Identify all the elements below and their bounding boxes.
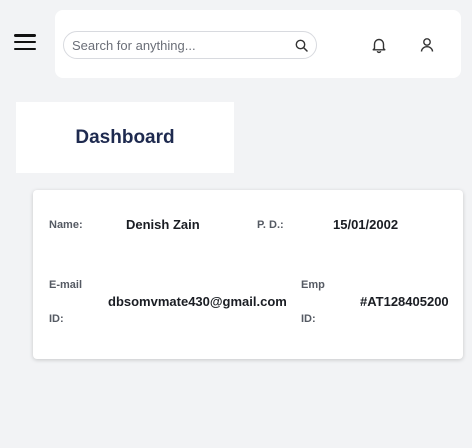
pd-value: 15/01/2002 [333, 217, 399, 232]
menu-line [14, 34, 36, 37]
email-value: dbsomvmate430@gmail.com [108, 294, 287, 309]
profile-card: Name: Denish Zain P. D.: 15/01/2002 E-ma… [33, 190, 463, 359]
search-icon[interactable] [294, 38, 308, 52]
user-icon[interactable] [418, 36, 436, 54]
page-title: Dashboard [75, 126, 175, 148]
menu-line [14, 40, 36, 44]
pd-label: P. D.: [257, 219, 284, 231]
email-label-line2: ID: [49, 313, 64, 325]
bell-icon[interactable] [370, 36, 388, 54]
email-label-line1: E-mail [49, 279, 83, 291]
search-box [63, 31, 317, 59]
emp-id-label-line2: ID: [301, 313, 316, 325]
hamburger-menu-icon[interactable] [14, 34, 36, 50]
emp-id-value: #AT128405200 [360, 294, 449, 309]
emp-id-label-line1: Emp [301, 279, 325, 291]
menu-line [14, 47, 36, 50]
name-label: Name: [49, 219, 83, 231]
name-value: Denish Zain [126, 217, 200, 232]
search-input[interactable] [72, 37, 294, 53]
top-bar [55, 10, 461, 78]
page-title-box: Dashboard [16, 102, 234, 173]
